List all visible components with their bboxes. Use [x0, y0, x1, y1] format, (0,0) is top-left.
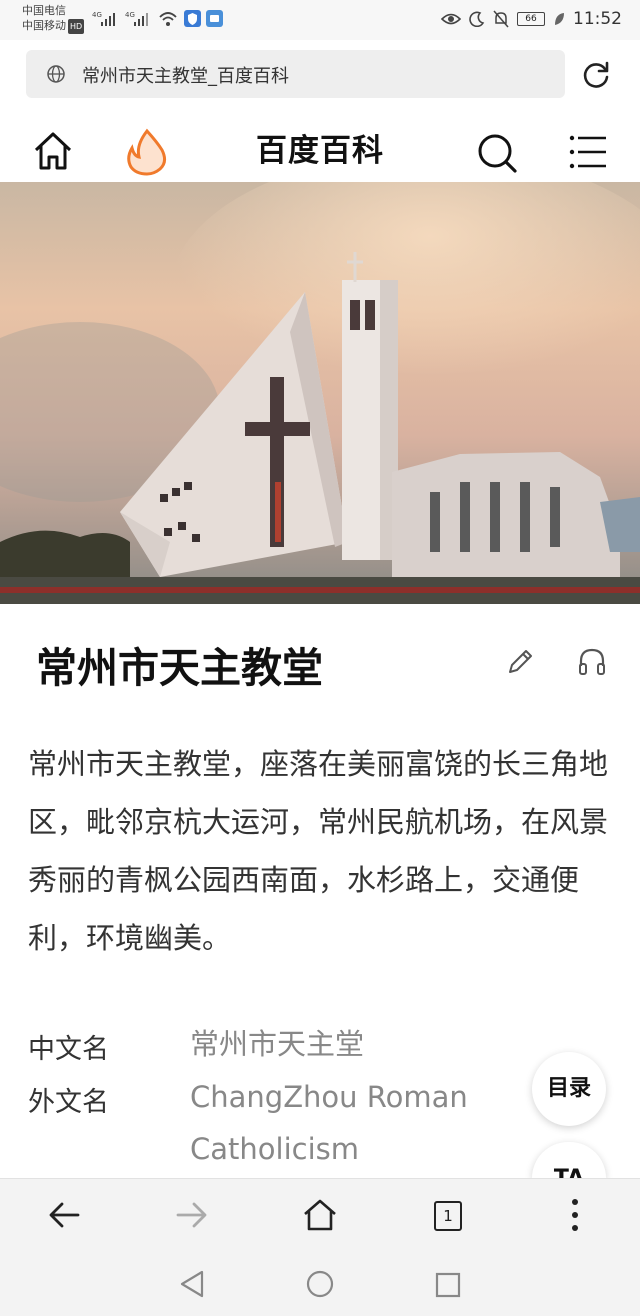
status-right: 66 11:52: [441, 9, 622, 29]
svg-text:4G: 4G: [125, 11, 135, 19]
info-value-foreign-name: ChangZhou Roman Catholicism: [190, 1080, 468, 1166]
back-arrow-icon[interactable]: [46, 1199, 82, 1231]
nav-home-icon[interactable]: [305, 1269, 335, 1299]
forward-arrow-icon[interactable]: [174, 1199, 210, 1231]
leaf-icon: [555, 13, 564, 25]
app-notice-icon: [206, 10, 223, 27]
battery-icon: 66: [517, 12, 545, 26]
app-shield-icon: [184, 10, 201, 27]
reload-icon[interactable]: [580, 59, 612, 91]
info-value-chinese-name: 常州市天主堂: [190, 1027, 365, 1061]
globe-icon: [47, 65, 65, 83]
article-title: 常州市天主教堂: [36, 644, 323, 692]
browser-home-icon[interactable]: [302, 1197, 338, 1233]
moon-icon: [469, 11, 485, 27]
eye-icon: [441, 13, 461, 25]
article-summary: 常州市天主教堂，座落在美丽富饶的长三角地区，毗邻京杭大运河，常州民航机场，在风景…: [28, 747, 609, 955]
ta-button-label: TA: [554, 1166, 584, 1178]
ta-button[interactable]: TA: [532, 1142, 606, 1178]
article-hero-image[interactable]: [0, 182, 640, 604]
site-title: 百度百科: [256, 133, 384, 169]
signal-icon: 4G: [92, 11, 115, 26]
edit-pencil-icon[interactable]: [504, 646, 536, 678]
address-text: 常州市天主教堂_百度百科: [82, 66, 289, 87]
search-icon[interactable]: [476, 132, 518, 174]
site-header: 百度百科: [0, 110, 640, 183]
address-bar[interactable]: 常州市天主教堂_百度百科: [26, 50, 565, 98]
hd-badge: HD: [68, 18, 85, 34]
status-bar: 中国电信 中国移动 HD 4G 4G 66 11:52: [0, 0, 640, 40]
carrier-1: 中国电信: [22, 4, 66, 17]
svg-text:4G: 4G: [92, 11, 102, 19]
nav-recents-icon[interactable]: [434, 1271, 462, 1299]
toc-button[interactable]: 目录: [532, 1052, 606, 1126]
tabs-button[interactable]: 1: [434, 1201, 462, 1231]
headphones-icon[interactable]: [576, 646, 608, 678]
carrier-2: 中国移动: [22, 19, 66, 32]
more-dots-icon[interactable]: [565, 1197, 585, 1233]
clock: 11:52: [573, 9, 622, 29]
signal-icon-2: 4G: [125, 11, 148, 26]
bottom-toolbar: 1: [0, 1178, 640, 1316]
menu-icon[interactable]: [568, 134, 608, 170]
carrier-info: 中国电信 中国移动 HD: [22, 3, 85, 34]
church-photo: [0, 182, 640, 604]
info-label-chinese-name: 中文名: [28, 1034, 109, 1065]
wifi-icon: [159, 12, 177, 26]
info-label-foreign-name: 外文名: [28, 1087, 109, 1118]
nav-back-icon[interactable]: [178, 1269, 206, 1299]
bell-mute-icon: [493, 10, 509, 28]
